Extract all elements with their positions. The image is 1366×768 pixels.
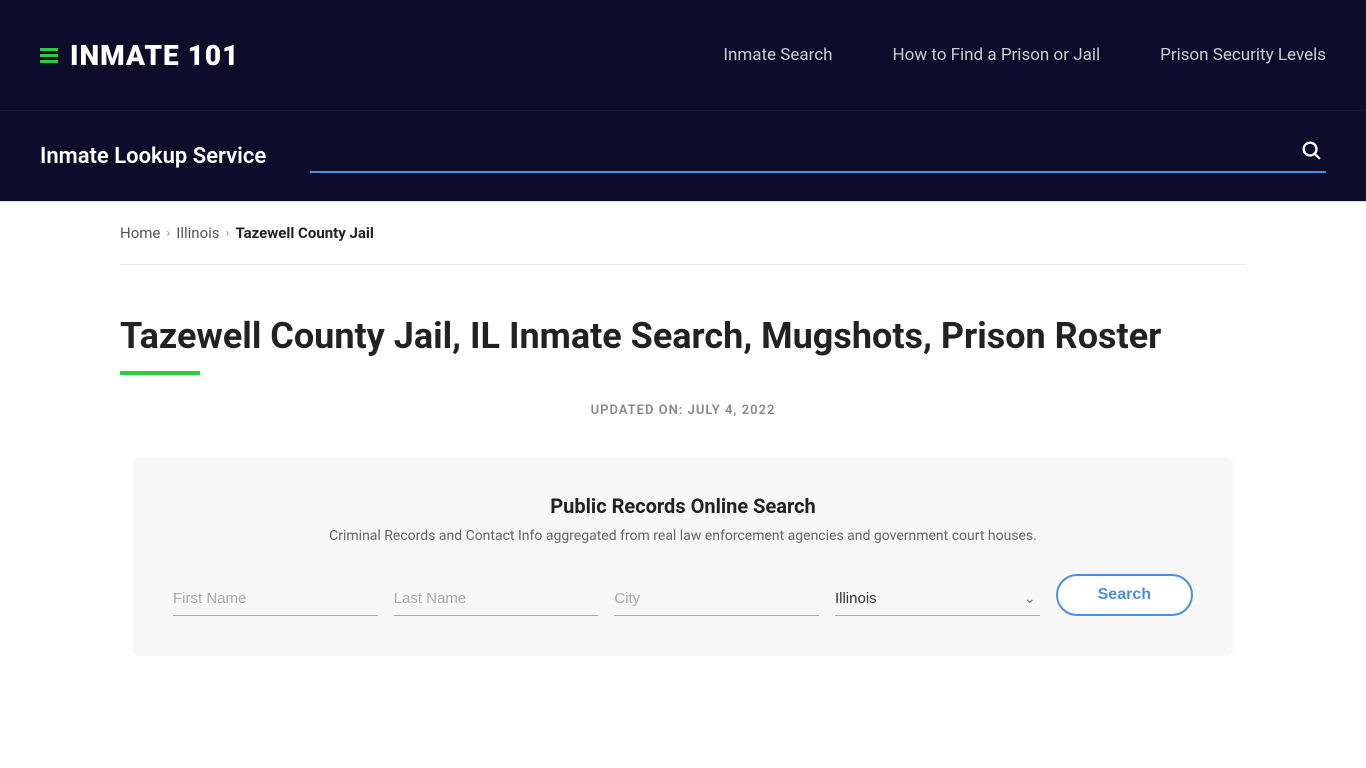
title-underline xyxy=(120,371,200,375)
city-field xyxy=(614,582,819,616)
logo-icon xyxy=(40,48,58,63)
search-form: Illinois Alabama Alaska Arizona Arkansas… xyxy=(173,574,1193,616)
search-icon-button[interactable] xyxy=(1296,139,1326,167)
logo-text: INMATE 101 xyxy=(70,39,239,72)
search-button[interactable]: Search xyxy=(1056,574,1193,616)
search-section-label: Inmate Lookup Service xyxy=(40,144,280,169)
last-name-field xyxy=(394,582,599,616)
breadcrumb-state[interactable]: Illinois xyxy=(176,224,219,242)
breadcrumb-chevron-1: › xyxy=(166,226,170,241)
breadcrumb-chevron-2: › xyxy=(226,226,230,241)
last-name-input[interactable] xyxy=(394,582,599,616)
nav-security-levels[interactable]: Prison Security Levels xyxy=(1160,45,1326,65)
city-input[interactable] xyxy=(614,582,819,616)
search-input-wrap xyxy=(310,139,1326,173)
first-name-input[interactable] xyxy=(173,582,378,616)
nav-find-prison[interactable]: How to Find a Prison or Jail xyxy=(893,45,1101,65)
page-title: Tazewell County Jail, IL Inmate Search, … xyxy=(120,315,1246,357)
breadcrumb-section: Home › Illinois › Tazewell County Jail xyxy=(0,202,1366,264)
breadcrumb: Home › Illinois › Tazewell County Jail xyxy=(120,224,1246,242)
search-section: Inmate Lookup Service xyxy=(0,110,1366,201)
card-description: Criminal Records and Contact Info aggreg… xyxy=(173,528,1193,544)
nav-inmate-search[interactable]: Inmate Search xyxy=(723,45,832,65)
updated-label: UPDATED ON: JULY 4, 2022 xyxy=(120,403,1246,418)
nav-links: Inmate Search How to Find a Prison or Ja… xyxy=(723,45,1326,65)
state-field: Illinois Alabama Alaska Arizona Arkansas… xyxy=(835,582,1040,616)
first-name-field xyxy=(173,582,378,616)
logo-link[interactable]: INMATE 101 xyxy=(40,39,239,72)
breadcrumb-current: Tazewell County Jail xyxy=(235,224,373,242)
state-select[interactable]: Illinois Alabama Alaska Arizona Arkansas… xyxy=(835,582,1040,616)
search-icon xyxy=(1300,139,1322,161)
card-title: Public Records Online Search xyxy=(173,494,1193,518)
public-records-card: Public Records Online Search Criminal Re… xyxy=(133,458,1233,656)
breadcrumb-home[interactable]: Home xyxy=(120,224,160,242)
main-content: Tazewell County Jail, IL Inmate Search, … xyxy=(0,265,1366,696)
top-navigation: INMATE 101 Inmate Search How to Find a P… xyxy=(0,0,1366,110)
search-input[interactable] xyxy=(310,140,1296,166)
